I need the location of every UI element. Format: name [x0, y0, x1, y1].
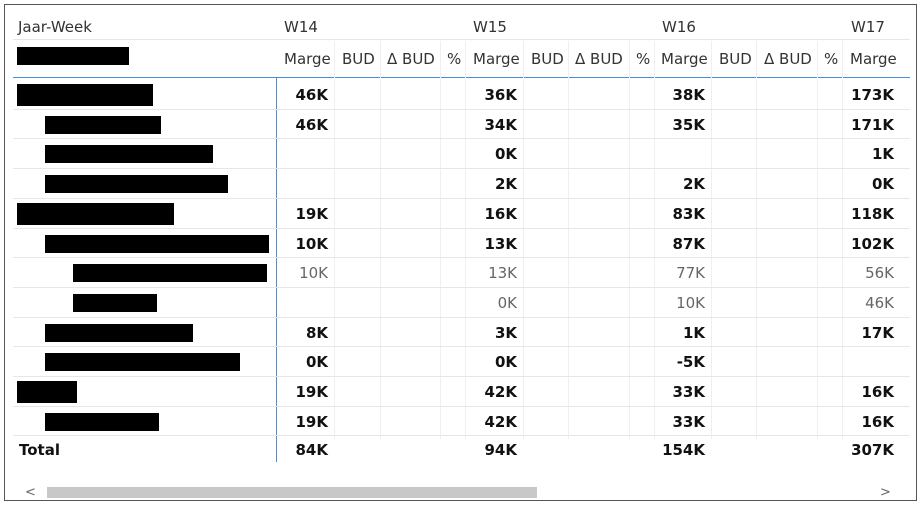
value-cell-w15: 34K — [484, 116, 518, 134]
value-cell-w15: 0K — [494, 353, 517, 371]
sub-header-delta-bud[interactable]: Δ BUD — [575, 50, 623, 68]
value-cell-w16: 87K — [672, 235, 706, 253]
total-label: Total — [19, 441, 60, 459]
value-cell-w17: 173K — [851, 86, 894, 104]
sub-header-delta-bud[interactable]: Δ BUD — [387, 50, 435, 68]
sub-header-bud[interactable]: BUD — [342, 50, 375, 68]
sub-header-marge[interactable]: Marge — [284, 50, 331, 68]
redacted-row-label[interactable] — [45, 235, 269, 253]
value-cell-w14: 19K — [295, 413, 329, 431]
value-cell-w16: 33K — [672, 383, 706, 401]
redacted-row-label[interactable] — [45, 353, 240, 371]
total-value-w15: 94K — [484, 441, 518, 459]
redacted-field-label — [17, 47, 129, 65]
value-cell-w16: 10K — [676, 294, 705, 312]
scroll-left-arrow-icon[interactable]: < — [25, 485, 36, 500]
value-cell-w15: 0K — [497, 294, 517, 312]
value-cell-w17: 1K — [871, 145, 894, 163]
sub-header-marge[interactable]: Marge — [473, 50, 520, 68]
value-cell-w16: 2K — [682, 175, 705, 193]
value-cell-w14: 19K — [295, 205, 329, 223]
value-cell-w17: 16K — [861, 383, 895, 401]
value-cell-w14: 19K — [295, 383, 329, 401]
redacted-row-label[interactable] — [73, 294, 157, 312]
sub-header-pct[interactable]: % — [636, 50, 650, 68]
scroll-right-arrow-icon[interactable]: > — [880, 485, 891, 500]
redacted-row-label[interactable] — [45, 116, 161, 134]
scrollbar-thumb[interactable] — [47, 487, 537, 498]
value-cell-w17: 102K — [851, 235, 894, 253]
value-cell-w17: 171K — [851, 116, 894, 134]
value-cell-w14: 10K — [299, 264, 328, 282]
value-cell-w17: 0K — [871, 175, 894, 193]
total-value-w16: 154K — [662, 441, 705, 459]
value-cell-w16: 35K — [672, 116, 706, 134]
sub-header-bud[interactable]: BUD — [719, 50, 752, 68]
redacted-row-label[interactable] — [45, 145, 213, 163]
value-cell-w17: 17K — [861, 324, 895, 342]
sub-header-bud[interactable]: BUD — [531, 50, 564, 68]
sub-header-marge[interactable]: Marge — [850, 50, 897, 68]
sub-header-delta-bud[interactable]: Δ BUD — [764, 50, 812, 68]
value-cell-w15: 36K — [484, 86, 518, 104]
total-value-w17: 307K — [851, 441, 894, 459]
value-cell-w17: 46K — [865, 294, 894, 312]
value-cell-w16: 38K — [672, 86, 706, 104]
total-value-w14: 84K — [295, 441, 329, 459]
value-cell-w15: 3K — [494, 324, 517, 342]
value-cell-w16: 77K — [676, 264, 705, 282]
redacted-row-label[interactable] — [45, 324, 193, 342]
sub-header-pct[interactable]: % — [824, 50, 838, 68]
value-cell-w14: 46K — [295, 86, 329, 104]
value-cell-w15: 13K — [484, 235, 518, 253]
value-cell-w17: 56K — [865, 264, 894, 282]
value-cell-w17: 118K — [851, 205, 894, 223]
value-cell-w16: 33K — [672, 413, 706, 431]
week-header-w14[interactable]: W14 — [284, 18, 318, 36]
value-cell-w15: 13K — [488, 264, 517, 282]
value-cell-w14: 8K — [305, 324, 328, 342]
value-cell-w15: 0K — [494, 145, 517, 163]
week-header-w15[interactable]: W15 — [473, 18, 507, 36]
corner-label: Jaar-Week — [18, 18, 92, 36]
redacted-row-label[interactable] — [17, 381, 77, 403]
redacted-row-label[interactable] — [45, 175, 228, 193]
redacted-row-label[interactable] — [73, 264, 267, 282]
value-cell-w14: 46K — [295, 116, 329, 134]
sub-header-marge[interactable]: Marge — [661, 50, 708, 68]
week-header-w17[interactable]: W17 — [851, 18, 885, 36]
value-cell-w15: 42K — [484, 383, 518, 401]
value-cell-w15: 16K — [484, 205, 518, 223]
value-cell-w15: 2K — [494, 175, 517, 193]
value-cell-w14: 0K — [305, 353, 328, 371]
value-cell-w17: 16K — [861, 413, 895, 431]
redacted-row-label[interactable] — [45, 413, 159, 431]
week-header-w16[interactable]: W16 — [662, 18, 696, 36]
value-cell-w16: -5K — [676, 353, 705, 371]
redacted-row-label[interactable] — [17, 84, 153, 106]
value-cell-w16: 83K — [672, 205, 706, 223]
sub-header-pct[interactable]: % — [447, 50, 461, 68]
value-cell-w15: 42K — [484, 413, 518, 431]
value-cell-w16: 1K — [682, 324, 705, 342]
redacted-row-label[interactable] — [17, 203, 174, 225]
value-cell-w14: 10K — [295, 235, 329, 253]
matrix-visual: Jaar-Week W14 W15 W16 W17 Marge BUD Δ BU… — [4, 4, 917, 501]
